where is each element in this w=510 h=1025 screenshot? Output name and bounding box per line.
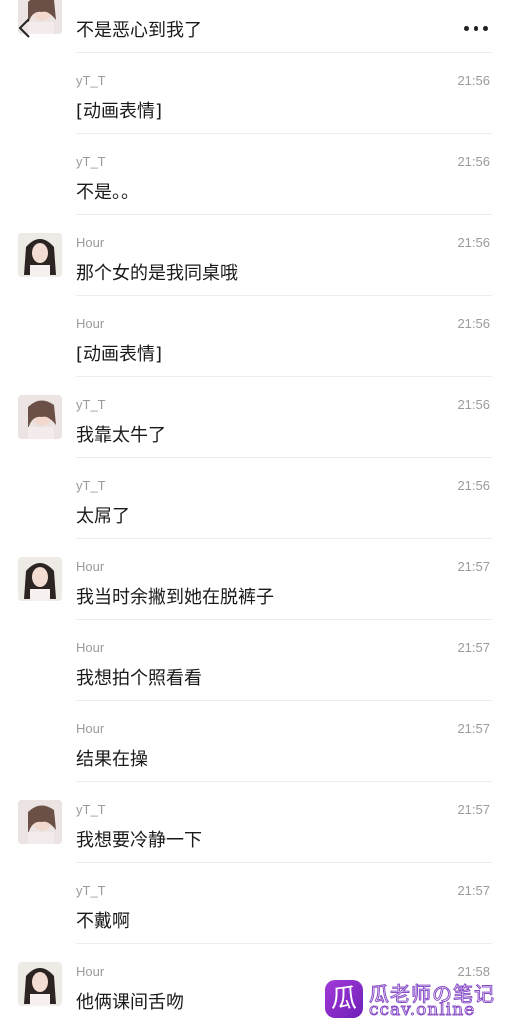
chat-message-row[interactable]: Hour 21:56 [动画表情]: [0, 296, 510, 377]
message-time: 21:58: [457, 964, 490, 979]
watermark-logo: 瓜: [325, 980, 363, 1018]
avatar[interactable]: [18, 962, 62, 1006]
chat-message-row[interactable]: Hour 21:57 结果在操: [0, 701, 510, 782]
more-dots-icon[interactable]: [464, 22, 489, 34]
message-text: 结果在操: [76, 749, 148, 770]
message-time: 21:57: [457, 883, 490, 898]
message-text: 他俩课间舌吻: [76, 992, 184, 1013]
message-text: 我当时余撇到她在脱裤子: [76, 587, 274, 608]
sender-name: Hour: [76, 640, 105, 655]
dot: [473, 25, 479, 31]
message-text: [动画表情]: [76, 101, 163, 122]
chat-message-row[interactable]: yT_T 21:56 不是。。: [0, 134, 510, 215]
message-time: 21:56: [457, 235, 490, 250]
message-text: 我想要冷静一下: [76, 830, 202, 851]
message-text: 我想拍个照看看: [76, 668, 202, 689]
chat-message-row[interactable]: yT_T 21:56 [动画表情]: [0, 53, 510, 134]
message-time: 21:57: [457, 802, 490, 817]
message-text: 不是恶心到我了: [76, 20, 202, 41]
dot: [464, 25, 469, 31]
chevron-left-icon[interactable]: [14, 16, 38, 40]
message-text: 不戴啊: [76, 911, 130, 932]
message-text: 不是。。: [76, 182, 139, 203]
chat-message-row[interactable]: Hour 21:57 我当时余撇到她在脱裤子: [0, 539, 510, 620]
chat-message-row[interactable]: yT_T 21:57 我想要冷静一下: [0, 782, 510, 863]
chat-message-row[interactable]: yT_T 21:56 我靠太牛了: [0, 377, 510, 458]
message-time: 21:56: [457, 73, 490, 88]
avatar[interactable]: [18, 233, 62, 277]
chat-message-row[interactable]: Hour 21:56 那个女的是我同桌哦: [0, 215, 510, 296]
message-text: 我靠太牛了: [76, 425, 166, 446]
message-text: 那个女的是我同桌哦: [76, 263, 238, 284]
message-time: 21:56: [457, 154, 490, 169]
sender-name: Hour: [76, 964, 105, 979]
sender-name: Hour: [76, 316, 105, 331]
message-time: 21:56: [457, 397, 490, 412]
sender-name: Hour: [76, 721, 105, 736]
sender-name: yT_T: [76, 478, 106, 493]
avatar[interactable]: [18, 800, 62, 844]
sender-name: yT_T: [76, 883, 106, 898]
watermark-url: ccav.online: [368, 1000, 476, 1021]
sender-name: Hour: [76, 559, 105, 574]
watermark: 瓜 瓜老师の笔记 ccav.online: [325, 978, 500, 1021]
sender-name: yT_T: [76, 802, 106, 817]
chat-message-row[interactable]: 不是恶心到我了: [0, 0, 510, 53]
message-time: 21:57: [457, 559, 490, 574]
message-text: [动画表情]: [76, 344, 163, 365]
dot: [483, 25, 489, 31]
sender-name: Hour: [76, 235, 105, 250]
message-time: 21:57: [457, 640, 490, 655]
message-time: 21:56: [457, 478, 490, 493]
avatar[interactable]: [18, 395, 62, 439]
sender-name: yT_T: [76, 397, 106, 412]
message-time: 21:57: [457, 721, 490, 736]
sender-name: yT_T: [76, 154, 106, 169]
message-text: 太屌了: [76, 506, 130, 527]
sender-name: yT_T: [76, 73, 106, 88]
chat-message-row[interactable]: yT_T 21:56 太屌了: [0, 458, 510, 539]
chat-message-row[interactable]: yT_T 21:57 不戴啊: [0, 863, 510, 944]
chat-message-row[interactable]: Hour 21:57 我想拍个照看看: [0, 620, 510, 701]
avatar[interactable]: [18, 557, 62, 601]
message-time: 21:56: [457, 316, 490, 331]
